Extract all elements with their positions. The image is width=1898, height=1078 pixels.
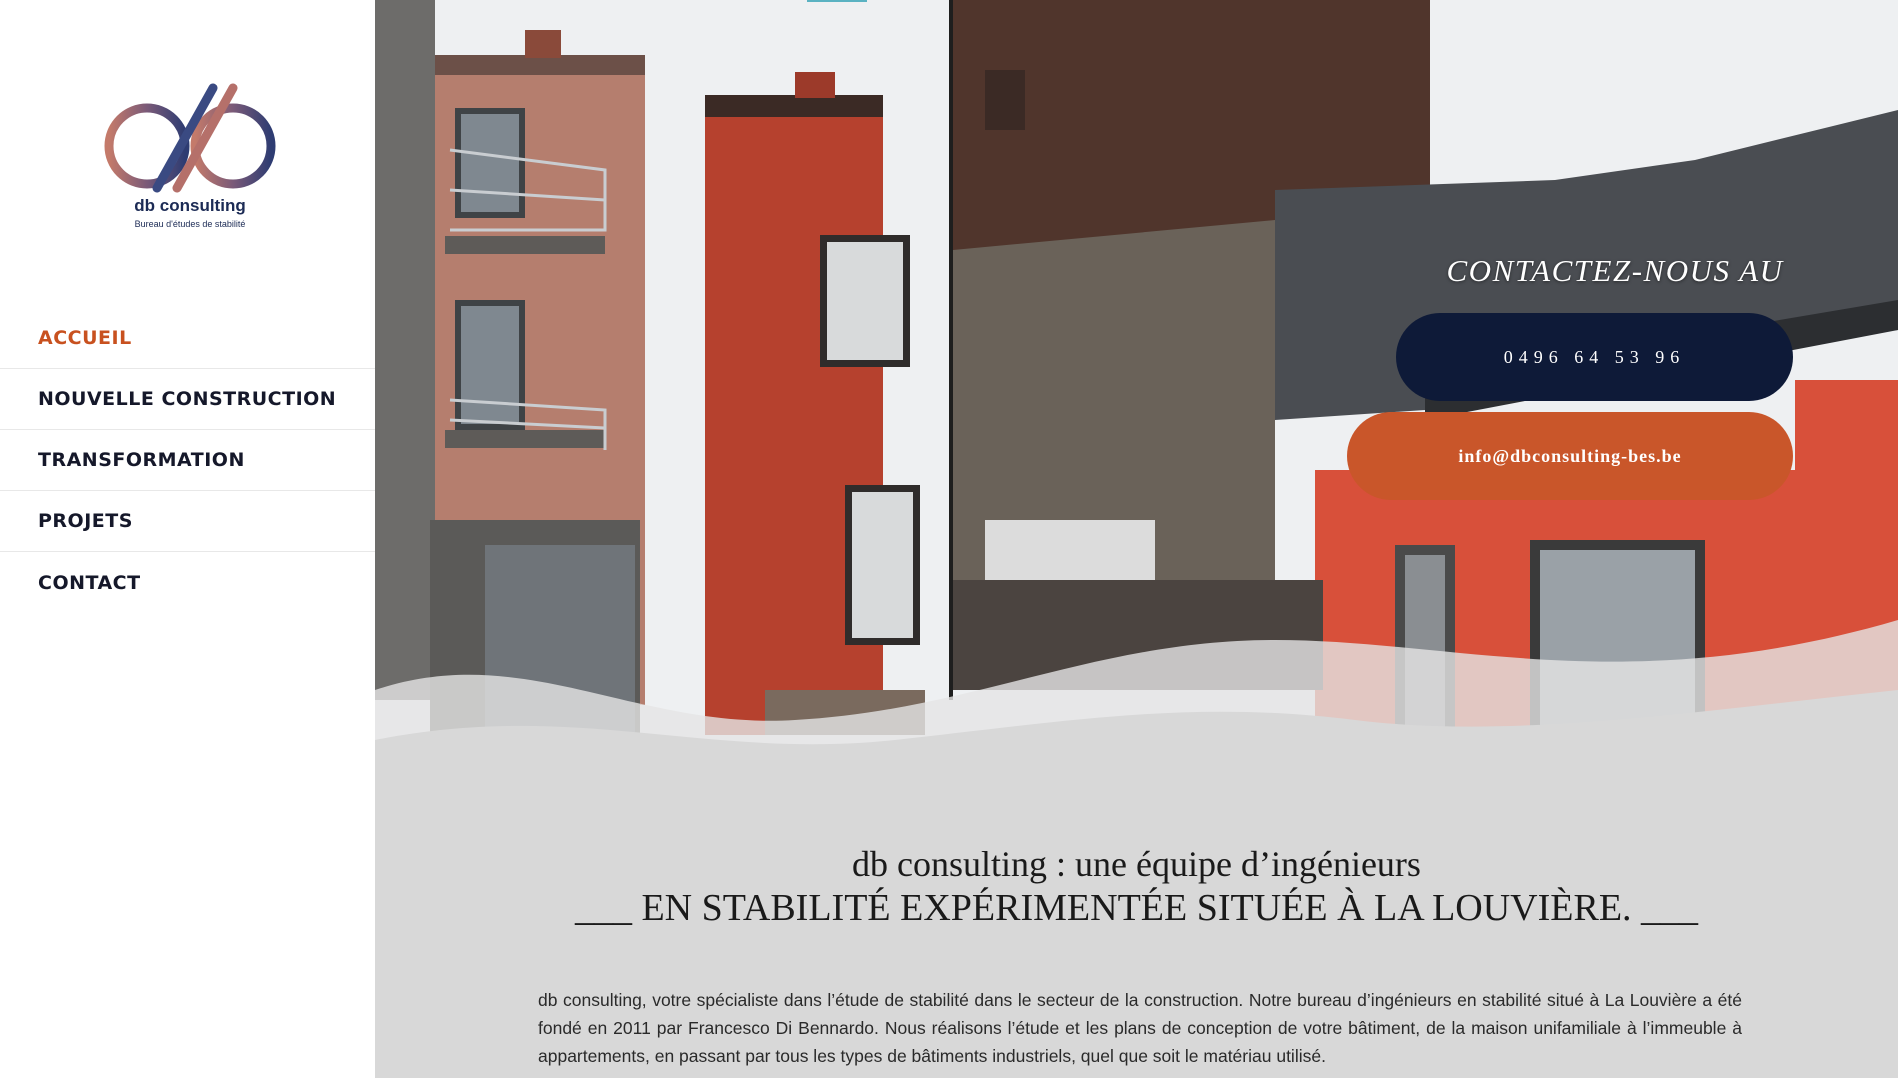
sidebar: db consulting Bureau d'études de stabili… [0,0,375,1078]
intro-section: db consulting : une équipe d’ingénieurs … [375,760,1898,1078]
nav-item-accueil[interactable]: ACCUEIL [0,308,375,369]
hero-banner: CONTACTEZ-NOUS AU 0496 64 53 96 info@dbc… [375,0,1898,760]
site-logo[interactable]: db consulting Bureau d'études de stabili… [95,78,285,238]
main-nav: ACCUEIL NOUVELLE CONSTRUCTION TRANSFORMA… [0,308,375,613]
nav-item-transformation[interactable]: TRANSFORMATION [0,430,375,491]
heading-line-1: db consulting : une équipe d’ingénieurs [852,844,1421,884]
email-button[interactable]: info@dbconsulting-bes.be [1347,412,1793,500]
intro-paragraph: db consulting, votre spécialiste dans l’… [538,990,1742,1066]
nav-item-nouvelle-construction[interactable]: NOUVELLE CONSTRUCTION [0,369,375,430]
heading-line-2: ___ EN STABILITÉ EXPÉRIMENTÉE SITUÉE À L… [574,887,1699,929]
phone-button[interactable]: 0496 64 53 96 [1396,313,1793,401]
contact-title: CONTACTEZ-NOUS AU [1446,253,1784,288]
logo-name: db consulting [134,196,246,215]
intro-heading: db consulting : une équipe d’ingénieurs … [375,842,1898,930]
nav-item-contact[interactable]: CONTACT [0,552,375,613]
logo-tagline: Bureau d'études de stabilité [134,219,246,229]
nav-item-projets[interactable]: PROJETS [0,491,375,552]
db-logo-icon [104,83,276,193]
